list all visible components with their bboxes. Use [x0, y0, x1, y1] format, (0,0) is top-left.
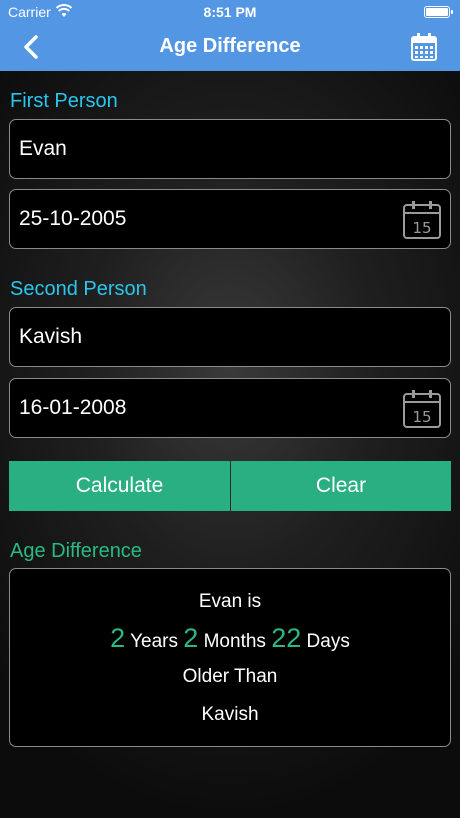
svg-text:15: 15	[412, 219, 431, 237]
calendar-icon[interactable]	[410, 32, 438, 62]
first-person-label: First Person	[10, 90, 118, 112]
calculate-button[interactable]: Calculate	[9, 461, 230, 511]
months-value: 2	[183, 623, 199, 653]
status-time: 8:51 PM	[203, 4, 257, 20]
svg-text:15: 15	[412, 408, 431, 426]
years-unit: Years	[125, 631, 184, 652]
navigation-bar: Age Difference	[0, 24, 460, 71]
days-value: 22	[271, 623, 302, 653]
status-bar: Carrier 8:51 PM	[0, 0, 460, 24]
result-panel: Evan is 2 Years 2 Months 22 Days Older T…	[9, 568, 451, 747]
second-date-value: 16-01-2008	[19, 396, 127, 419]
clear-button[interactable]: Clear	[231, 461, 451, 511]
second-person-label: Second Person	[10, 278, 147, 300]
calendar-date-icon[interactable]: 15	[402, 389, 442, 429]
calendar-date-icon[interactable]: 15	[402, 200, 442, 240]
page-title: Age Difference	[159, 35, 301, 57]
battery-icon	[424, 6, 453, 18]
result-comparison: Older Than	[182, 666, 278, 687]
years-value: 2	[110, 623, 126, 653]
result-subject: Evan is	[198, 591, 262, 612]
result-difference: 2 Years 2 Months 22 Days	[10, 623, 450, 654]
days-unit: Days	[301, 631, 350, 652]
result-other-person: Kavish	[201, 704, 259, 725]
first-name-field[interactable]: Evan	[9, 119, 451, 179]
first-name-value: Evan	[19, 137, 67, 160]
first-date-value: 25-10-2005	[19, 207, 127, 230]
age-difference-label: Age Difference	[10, 540, 142, 562]
second-date-field[interactable]: 16-01-2008 15	[9, 378, 451, 438]
second-name-value: Kavish	[19, 325, 83, 348]
first-date-field[interactable]: 25-10-2005 15	[9, 189, 451, 249]
second-name-field[interactable]: Kavish	[9, 307, 451, 367]
months-unit: Months	[198, 631, 272, 652]
